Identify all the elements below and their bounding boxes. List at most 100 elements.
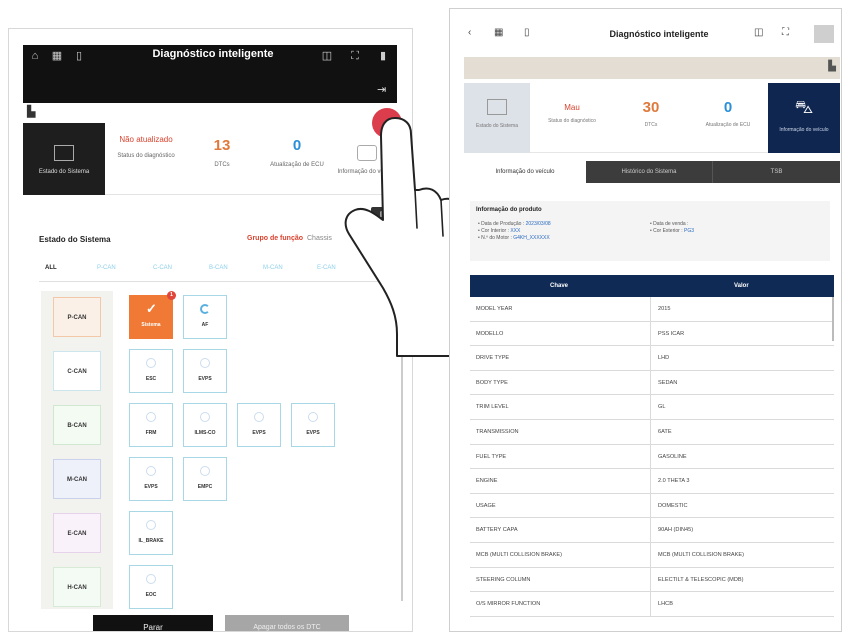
module-label: EVPS bbox=[144, 484, 158, 490]
module-tile[interactable]: EVPS bbox=[183, 349, 227, 393]
table-row[interactable]: USAGE DOMESTIC bbox=[470, 493, 834, 519]
filter-b-can[interactable]: B-CAN bbox=[209, 265, 228, 271]
module-tile[interactable]: EVPS bbox=[237, 403, 281, 447]
summary-tabs: Estado do Sistema Mau Status do diagnóst… bbox=[464, 83, 840, 153]
module-tile[interactable]: IL_BRAKE bbox=[129, 511, 173, 555]
row-key: TRIM LEVEL bbox=[476, 404, 509, 411]
module-tile[interactable]: ✓ Sistema 1 bbox=[129, 291, 176, 339]
bus-e-can[interactable]: E-CAN bbox=[53, 513, 101, 553]
exterior-color: • Cor Exterior : PG3 bbox=[650, 228, 694, 234]
module-tile[interactable]: EOC bbox=[129, 565, 173, 609]
table-row[interactable]: FUEL TYPE GASOLINE bbox=[470, 444, 834, 470]
tab-vehicle-info[interactable]: ⛍ Informação do veículo bbox=[768, 83, 840, 153]
tab-label: DTCs bbox=[214, 162, 230, 168]
screen-mirror-icon[interactable]: ◫ bbox=[319, 49, 335, 63]
info-subtabs: Informação do veículo Histórico do Siste… bbox=[464, 161, 840, 183]
bus-h-can[interactable]: H-CAN bbox=[53, 567, 101, 607]
bus-b-can[interactable]: B-CAN bbox=[53, 405, 101, 445]
divider bbox=[650, 370, 651, 395]
home-icon[interactable]: ⌂ bbox=[27, 49, 43, 63]
row-key: MCB (MULTI COLLISION BRAKE) bbox=[476, 551, 562, 558]
module-tile[interactable]: ILMS-CO bbox=[183, 403, 227, 447]
module-tile[interactable]: ESC bbox=[129, 349, 173, 393]
row-key: BODY TYPE bbox=[476, 379, 508, 386]
divider bbox=[650, 592, 651, 616]
table-row[interactable]: ENGINE 2.0 THETA 3 bbox=[470, 469, 834, 494]
filter-c-can[interactable]: C-CAN bbox=[153, 265, 172, 271]
divider bbox=[650, 444, 651, 469]
module-tile[interactable]: FRM bbox=[129, 403, 173, 447]
row-key: DRIVE TYPE bbox=[476, 355, 510, 362]
subtab-system-history[interactable]: Histórico do Sistema bbox=[586, 161, 712, 183]
section-title: Estado do Sistema bbox=[39, 235, 111, 244]
vehicle-spec-table: Chave Valor MODEL YEAR 2015 MODELLO PSS ICA… bbox=[470, 275, 834, 617]
tab-label: Atualização de ECU bbox=[705, 122, 751, 128]
back-icon[interactable]: ‹ bbox=[468, 27, 471, 38]
screenshot-icon[interactable]: ⛶ bbox=[347, 49, 363, 63]
tab-dtcs[interactable]: 30 DTCs bbox=[614, 83, 688, 153]
dtc-count: 13 bbox=[213, 137, 231, 154]
divider bbox=[650, 297, 651, 321]
table-row[interactable]: TRANSMISSION 6ATE bbox=[470, 419, 834, 445]
table-row[interactable]: TRIM LEVEL GL bbox=[470, 395, 834, 420]
filter-e-can[interactable]: E-CAN bbox=[317, 265, 336, 271]
table-row[interactable]: MODEL YEAR 2015 bbox=[470, 297, 834, 322]
table-row[interactable]: O/S MIRROR FUNCTION LHCB bbox=[470, 592, 834, 617]
dtc-count: 30 bbox=[642, 99, 660, 116]
filter-m-can[interactable]: M-CAN bbox=[263, 265, 283, 271]
stop-button[interactable]: Parar bbox=[93, 615, 213, 631]
tab-system-status[interactable]: Estado do Sistema bbox=[464, 83, 530, 153]
filter-all[interactable]: ALL bbox=[45, 265, 57, 271]
logout-icon[interactable]: ⇥ bbox=[377, 83, 391, 97]
bus-c-can[interactable]: C-CAN bbox=[53, 351, 101, 391]
tab-ecu-update[interactable]: 0 Atualização de ECU bbox=[688, 83, 768, 153]
title-bar: ⌂ ▦ ▯ Diagnóstico inteligente ◫ ⛶ ▮ ⇥ bbox=[23, 45, 397, 103]
page-title: Diagnóstico inteligente bbox=[152, 48, 274, 60]
ecu-update-count: 0 bbox=[723, 99, 733, 116]
vci-icon[interactable]: ▦ bbox=[49, 49, 65, 63]
module-icon bbox=[308, 412, 318, 422]
scrollbar[interactable] bbox=[832, 297, 834, 341]
bus-m-can[interactable]: M-CAN bbox=[53, 459, 101, 499]
info-value: 2023/03/08 bbox=[525, 221, 551, 227]
tab-diagnosis-status[interactable]: Mau Status do diagnóstico bbox=[530, 83, 614, 153]
module-tile[interactable]: EVPS bbox=[291, 403, 335, 447]
row-value: 2.0 THETA 3 bbox=[658, 478, 690, 485]
battery-icon: ▯ bbox=[75, 50, 83, 62]
bus-p-can[interactable]: P-CAN bbox=[53, 297, 101, 337]
tab-system-status[interactable]: Estado do Sistema bbox=[23, 123, 105, 195]
module-tile[interactable]: EVPS bbox=[129, 457, 173, 501]
function-group-selector[interactable]: Grupo de função Chassis bbox=[247, 235, 332, 242]
divider bbox=[650, 469, 651, 493]
row-key: USAGE bbox=[476, 502, 496, 509]
subtab-vehicle-info[interactable]: Informação do veículo bbox=[464, 161, 586, 183]
row-key: FUEL TYPE bbox=[476, 453, 507, 460]
table-row[interactable]: BODY TYPE SEDAN bbox=[470, 370, 834, 396]
tab-diagnosis-status[interactable]: Não atualizado Status do diagnóstico bbox=[105, 123, 187, 195]
table-row[interactable]: MCB (MULTI COLLISION BRAKE) MCB (MULTI CO… bbox=[470, 542, 834, 568]
row-value: DOMESTIC bbox=[658, 502, 688, 509]
product-info-heading: Informação do produto bbox=[476, 207, 542, 213]
table-row[interactable]: BATTERY CAPA 90AH (DIN45) bbox=[470, 518, 834, 543]
row-key: BATTERY CAPA bbox=[476, 527, 518, 534]
tab-ecu-update[interactable]: 0 Atualização de ECU bbox=[257, 123, 337, 195]
table-row[interactable]: STEERING COLUMN ELECTILT & TELESCOPIC (MD… bbox=[470, 567, 834, 593]
menu-icon[interactable] bbox=[814, 25, 834, 43]
menu-icon[interactable]: ▮ bbox=[375, 49, 391, 63]
module-tile[interactable]: EMPC bbox=[183, 457, 227, 501]
filter-p-can[interactable]: P-CAN bbox=[97, 265, 116, 271]
module-tile[interactable]: AF bbox=[183, 295, 227, 339]
subtab-tsb[interactable]: TSB bbox=[712, 161, 840, 183]
vehicle-status-icon: ▙ bbox=[27, 106, 36, 118]
tab-label: Status do diagnóstico bbox=[548, 118, 596, 124]
screen-mirror-icon[interactable]: ◫ bbox=[754, 27, 763, 38]
screenshot-icon[interactable]: ⛶ bbox=[782, 27, 789, 38]
page-title: Diagnóstico inteligente bbox=[609, 29, 709, 39]
table-row[interactable]: MODELLO PSS ICAR bbox=[470, 321, 834, 347]
clear-all-dtc-button[interactable]: Apagar todos os DTC bbox=[225, 615, 349, 631]
table-row[interactable]: DRIVE TYPE LHD bbox=[470, 346, 834, 371]
tab-dtcs[interactable]: 13 DTCs bbox=[187, 123, 257, 195]
row-value: 90AH (DIN45) bbox=[658, 527, 694, 534]
tab-label: DTCs bbox=[644, 122, 658, 128]
vci-icon[interactable]: ▦ bbox=[494, 27, 503, 38]
